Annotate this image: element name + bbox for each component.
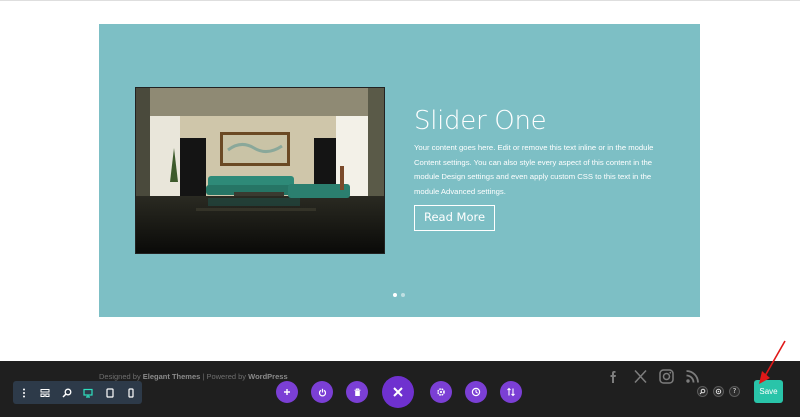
slide-dot-1[interactable]	[393, 293, 397, 297]
layers-icon	[715, 388, 722, 395]
page-settings-button[interactable]	[430, 381, 452, 403]
rss-icon[interactable]	[684, 368, 701, 385]
credits-platform-link[interactable]: WordPress	[248, 372, 287, 381]
living-room-photo	[136, 88, 384, 253]
layers-button[interactable]	[713, 386, 724, 397]
close-icon	[393, 387, 403, 397]
phone-icon	[128, 387, 134, 398]
page-settings-bar	[13, 381, 142, 404]
portability-button[interactable]	[500, 381, 522, 403]
slider-pagination	[393, 293, 405, 297]
exit-builder-button[interactable]	[382, 376, 414, 408]
x-icon[interactable]	[632, 368, 649, 385]
portability-icon	[507, 387, 515, 397]
instagram-icon[interactable]	[658, 368, 675, 385]
more-options-button[interactable]	[13, 381, 35, 404]
help-icon: ?	[732, 387, 737, 395]
slider-module: Slider One Your content goes here. Edit …	[99, 24, 700, 317]
desktop-icon	[83, 388, 93, 398]
search-button[interactable]	[697, 386, 708, 397]
tablet-icon	[106, 387, 114, 398]
help-button[interactable]: ?	[729, 386, 740, 397]
disable-button[interactable]	[311, 381, 333, 403]
add-icon	[284, 389, 290, 395]
trash-icon	[354, 388, 360, 396]
more-options-icon	[22, 388, 25, 397]
wireframe-view-button[interactable]	[35, 381, 57, 404]
read-more-button[interactable]: Read More	[414, 205, 495, 231]
wireframe-icon	[40, 388, 50, 397]
zoom-button[interactable]	[56, 381, 78, 404]
settings-icon	[437, 388, 445, 396]
facebook-icon[interactable]	[605, 368, 622, 385]
phone-view-button[interactable]	[121, 381, 143, 404]
zoom-icon	[62, 388, 72, 398]
tablet-view-button[interactable]	[99, 381, 121, 404]
clear-layout-button[interactable]	[346, 381, 368, 403]
credits-prefix: Designed by	[99, 372, 141, 381]
history-button[interactable]	[465, 381, 487, 403]
history-icon	[471, 387, 481, 397]
page-top-border	[0, 0, 800, 1]
desktop-view-button[interactable]	[78, 381, 100, 404]
slide-dot-2[interactable]	[401, 293, 405, 297]
annotation-arrow	[759, 340, 786, 384]
power-icon	[318, 388, 326, 396]
slide-image	[135, 87, 385, 254]
slide-description: Your content goes here. Edit or remove t…	[414, 143, 654, 196]
credits-separator: | Powered by	[202, 372, 247, 381]
slide-title: Slider One	[414, 106, 547, 136]
search-icon	[699, 388, 706, 395]
footer-credits: Designed by Elegant Themes | Powered by …	[99, 372, 288, 381]
add-button[interactable]	[276, 381, 298, 403]
credits-brand-link[interactable]: Elegant Themes	[143, 372, 201, 381]
